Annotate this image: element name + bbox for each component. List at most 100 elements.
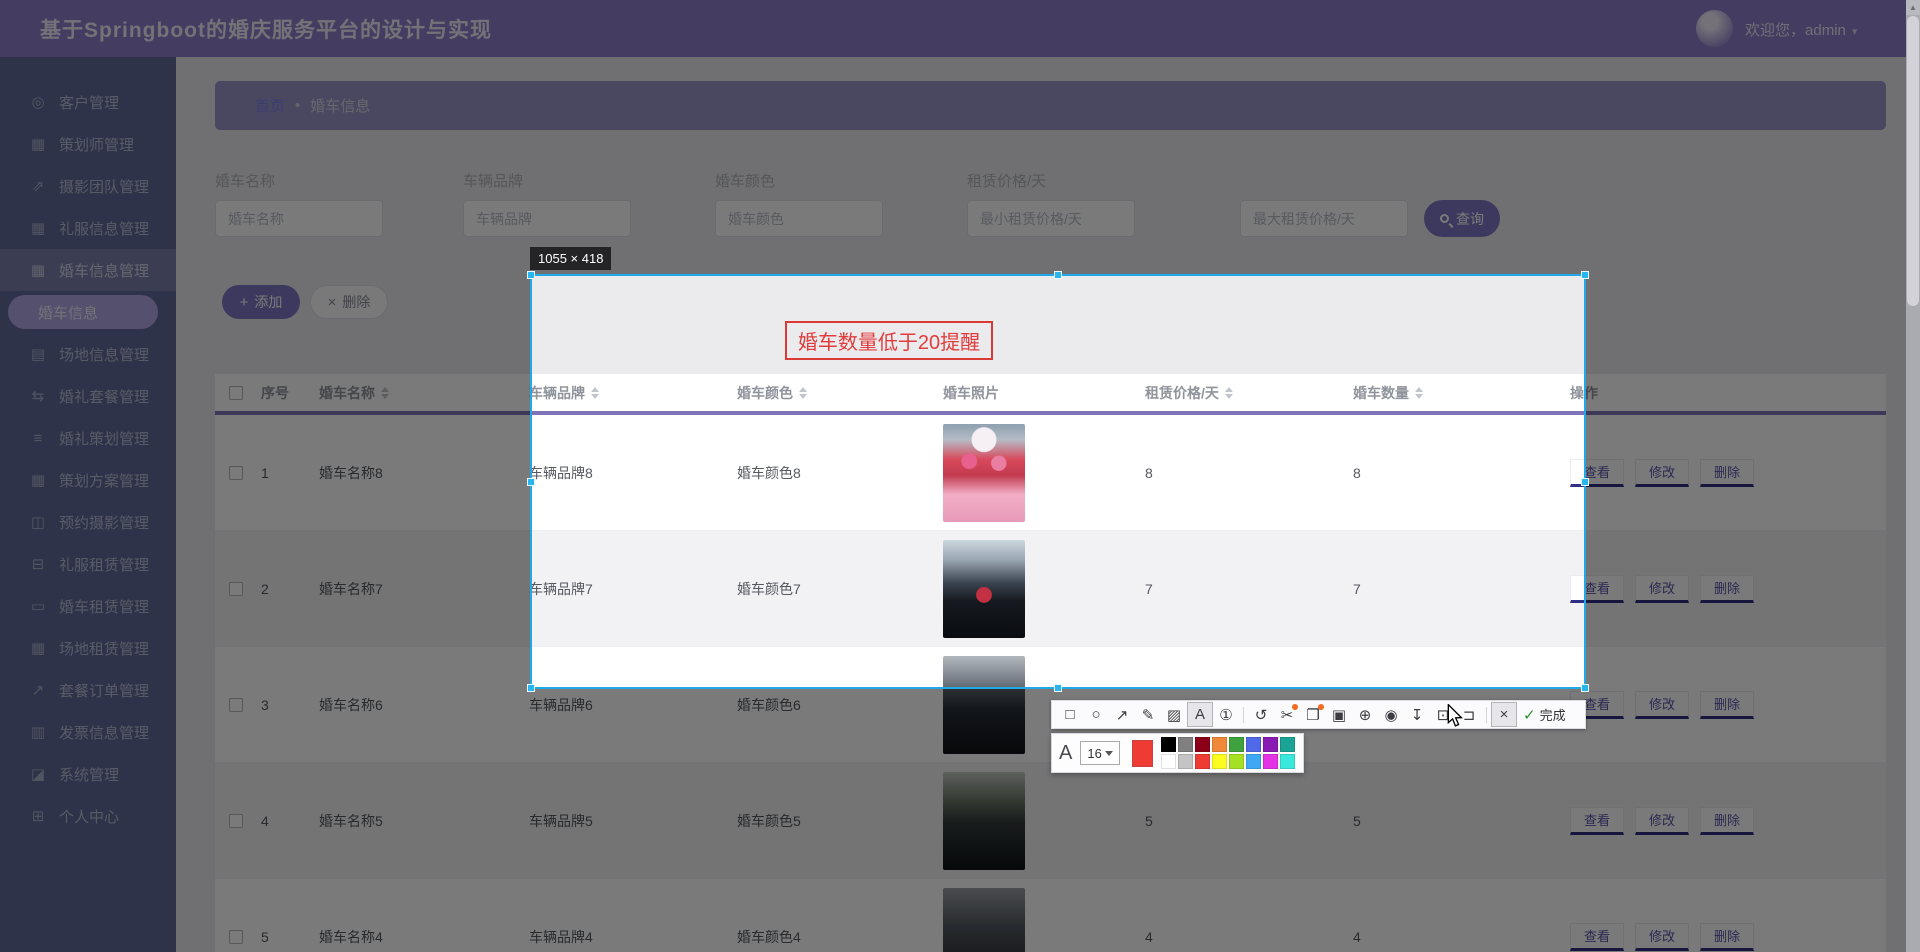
sidebar-item-invoice-info[interactable]: ▥发票信息管理 — [0, 711, 176, 753]
edit-button[interactable]: 修改 — [1635, 459, 1689, 487]
scan-ocr-icon[interactable]: ▣ — [1326, 702, 1352, 727]
select-all-checkbox[interactable] — [229, 386, 243, 400]
sidebar-item-photo-booking[interactable]: ◫预约摄影管理 — [0, 501, 176, 543]
sidebar-item-dress-info[interactable]: ▦礼服信息管理 — [0, 207, 176, 249]
palette-color[interactable] — [1280, 737, 1295, 752]
palette-color[interactable] — [1263, 754, 1278, 769]
delete-button[interactable]: ×删除 — [310, 285, 388, 319]
col-color[interactable]: 婚车颜色 — [737, 383, 943, 403]
max-price-input[interactable] — [1240, 200, 1408, 237]
delete-row-button[interactable]: 删除 — [1700, 575, 1754, 603]
sidebar-item-wedding-planning[interactable]: ≡婚礼策划管理 — [0, 417, 176, 459]
cut-region-icon[interactable]: ✂ — [1274, 702, 1300, 727]
user-menu[interactable]: 欢迎您，admin▾ — [1745, 19, 1857, 40]
resize-handle[interactable] — [1581, 271, 1589, 279]
palette-color[interactable] — [1246, 754, 1261, 769]
sidebar-item-car-rental[interactable]: ▭婚车租赁管理 — [0, 585, 176, 627]
sort-icon[interactable] — [1225, 387, 1233, 399]
view-button[interactable]: 查看 — [1570, 923, 1624, 951]
car-name-input[interactable] — [215, 200, 383, 237]
col-brand[interactable]: 车辆品牌 — [529, 383, 737, 403]
palette-color[interactable] — [1263, 737, 1278, 752]
sidebar-item-package-orders[interactable]: ↗套餐订单管理 — [0, 669, 176, 711]
avatar[interactable] — [1696, 10, 1733, 47]
edit-button[interactable]: 修改 — [1635, 575, 1689, 603]
col-name[interactable]: 婚车名称 — [319, 383, 529, 403]
close-icon[interactable]: × — [1491, 702, 1517, 727]
search-button[interactable]: 查询 — [1424, 200, 1500, 237]
sidebar-subitem-pill[interactable]: 婚车信息 — [8, 295, 158, 329]
row-checkbox[interactable] — [229, 930, 243, 944]
resize-handle[interactable] — [527, 271, 535, 279]
breadcrumb-home[interactable]: 首页 — [255, 95, 285, 116]
palette-color[interactable] — [1246, 737, 1261, 752]
brand-input[interactable] — [463, 200, 631, 237]
delete-row-button[interactable]: 删除 — [1700, 459, 1754, 487]
pin-icon[interactable]: ⊕ — [1352, 702, 1378, 727]
sidebar-item-car-info-management[interactable]: ▦婚车信息管理 — [0, 249, 176, 291]
text-annotation[interactable]: 婚车数量低于20提醒 — [785, 321, 993, 360]
view-button[interactable]: 查看 — [1570, 459, 1624, 487]
row-checkbox[interactable] — [229, 698, 243, 712]
palette-color[interactable] — [1178, 737, 1193, 752]
palette-color[interactable] — [1212, 754, 1227, 769]
edit-button[interactable]: 修改 — [1635, 923, 1689, 951]
palette-color[interactable] — [1161, 754, 1176, 769]
sidebar-item-personal-center[interactable]: ⊞个人中心 — [0, 795, 176, 837]
palette-color[interactable] — [1178, 754, 1193, 769]
sort-icon[interactable] — [799, 387, 807, 399]
bookmark-icon[interactable]: ⊐ — [1456, 702, 1482, 727]
current-color-swatch[interactable] — [1132, 740, 1153, 767]
save-icon[interactable]: ⊡ — [1430, 702, 1456, 727]
view-button[interactable]: 查看 — [1570, 575, 1624, 603]
sidebar-item-system[interactable]: ◪系统管理 — [0, 753, 176, 795]
undo-icon[interactable]: ↺ — [1248, 702, 1274, 727]
download-icon[interactable]: ↧ — [1404, 702, 1430, 727]
col-price[interactable]: 租赁价格/天 — [1145, 383, 1353, 403]
sort-icon[interactable] — [1415, 387, 1423, 399]
palette-color[interactable] — [1195, 737, 1210, 752]
palette-color[interactable] — [1280, 754, 1295, 769]
sidebar-item-dress-rental[interactable]: ⊟礼服租赁管理 — [0, 543, 176, 585]
mosaic-tool-icon[interactable]: ▨ — [1161, 702, 1187, 727]
record-icon[interactable]: ◉ — [1378, 702, 1404, 727]
palette-color[interactable] — [1212, 737, 1227, 752]
scrollbar-thumb[interactable] — [1907, 16, 1919, 306]
view-button[interactable]: 查看 — [1570, 807, 1624, 835]
add-button[interactable]: +添加 — [222, 285, 300, 319]
sort-icon[interactable] — [591, 387, 599, 399]
sidebar-item-venue-rental[interactable]: ▦场地租赁管理 — [0, 627, 176, 669]
palette-color[interactable] — [1229, 737, 1244, 752]
step-badge-tool-icon[interactable]: ① — [1213, 702, 1239, 727]
done-button[interactable]: ✓完成 — [1523, 705, 1566, 724]
sidebar-item-planners[interactable]: ▦策划师管理 — [0, 123, 176, 165]
sidebar-item-customers[interactable]: ◎客户管理 — [0, 81, 176, 123]
edit-button[interactable]: 修改 — [1635, 807, 1689, 835]
min-price-input[interactable] — [967, 200, 1135, 237]
arrow-tool-icon[interactable]: ↗ — [1109, 702, 1135, 727]
text-tool-icon[interactable]: A — [1187, 702, 1213, 727]
palette-color[interactable] — [1161, 737, 1176, 752]
col-qty[interactable]: 婚车数量 — [1353, 383, 1570, 403]
copy-icon[interactable]: ❐ — [1300, 702, 1326, 727]
resize-handle[interactable] — [1054, 271, 1062, 279]
delete-row-button[interactable]: 删除 — [1700, 691, 1754, 719]
row-checkbox[interactable] — [229, 466, 243, 480]
scroll-up-arrow[interactable]: ▲ — [1906, 0, 1920, 15]
palette-color[interactable] — [1229, 754, 1244, 769]
rect-tool-icon[interactable]: □ — [1057, 702, 1083, 727]
color-input[interactable] — [715, 200, 883, 237]
delete-row-button[interactable]: 删除 — [1700, 807, 1754, 835]
sidebar-item-photo-teams[interactable]: ⇗摄影团队管理 — [0, 165, 176, 207]
edit-button[interactable]: 修改 — [1635, 691, 1689, 719]
sort-icon[interactable] — [381, 387, 389, 399]
sidebar-item-wedding-packages[interactable]: ⇆婚礼套餐管理 — [0, 375, 176, 417]
scrollbar[interactable]: ▲ — [1906, 0, 1920, 952]
sidebar-item-venue-info[interactable]: ▤场地信息管理 — [0, 333, 176, 375]
row-checkbox[interactable] — [229, 582, 243, 596]
palette-color[interactable] — [1195, 754, 1210, 769]
delete-row-button[interactable]: 删除 — [1700, 923, 1754, 951]
font-size-select[interactable]: 16 — [1080, 741, 1120, 765]
ellipse-tool-icon[interactable]: ○ — [1083, 702, 1109, 727]
pen-tool-icon[interactable]: ✎ — [1135, 702, 1161, 727]
